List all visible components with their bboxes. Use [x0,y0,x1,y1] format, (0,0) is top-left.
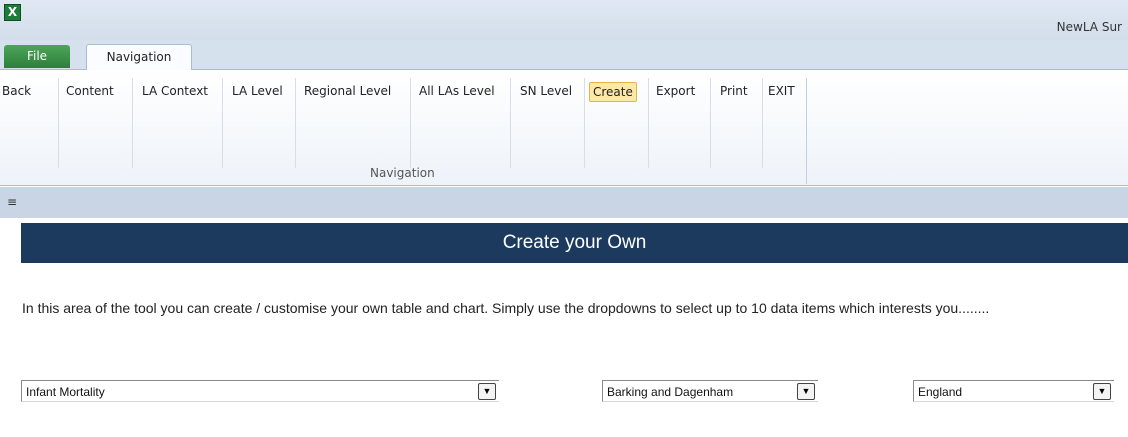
back-button[interactable]: Back [2,82,31,102]
chevron-down-icon[interactable]: ▼ [478,383,496,400]
ribbon-separator [648,78,649,168]
comparator-dropdown-value: England [918,385,963,399]
ribbon-separator [222,78,223,168]
ribbon-separator [710,78,711,168]
ribbon-separator [295,78,296,168]
intro-text: In this area of the tool you can create … [22,300,990,316]
export-button[interactable]: Export [656,82,695,102]
print-button[interactable]: Print [720,82,748,102]
page-title: Create your Own [21,223,1128,263]
quick-access-toolbar: ≡ [0,187,1128,218]
la-context-button[interactable]: LA Context [142,82,208,102]
exit-button[interactable]: EXIT [768,82,795,102]
chevron-down-icon[interactable]: ▼ [797,383,815,400]
indicator-dropdown[interactable]: Infant Mortality ▼ [21,380,499,402]
ribbon-group-divider [806,78,807,184]
la-dropdown-value: Barking and Dagenham [607,385,734,399]
customize-toolbar-icon[interactable]: ≡ [7,195,17,209]
create-button[interactable]: Create [589,82,637,102]
ribbon-separator [132,78,133,168]
comparator-dropdown[interactable]: England ▼ [913,380,1114,402]
ribbon-separator [410,78,411,168]
ribbon-separator [510,78,511,168]
la-dropdown[interactable]: Barking and Dagenham ▼ [602,380,818,402]
tab-navigation[interactable]: Navigation [86,44,192,70]
chevron-down-icon[interactable]: ▼ [1093,383,1111,400]
title-bar: X NewLA Sur [0,0,1128,40]
regional-level-button[interactable]: Regional Level [304,82,391,102]
la-level-button[interactable]: LA Level [232,82,283,102]
sn-level-button[interactable]: SN Level [520,82,572,102]
ribbon-group-label: Navigation [370,166,435,180]
ribbon-separator [58,78,59,168]
all-las-level-button[interactable]: All LAs Level [419,82,495,102]
excel-icon[interactable]: X [4,4,21,21]
ribbon-separator [762,78,763,168]
worksheet: Create your Own In this area of the tool… [0,218,1128,437]
window-title: NewLA Sur [1056,20,1122,34]
indicator-dropdown-value: Infant Mortality [26,385,105,399]
content-button[interactable]: Content [66,82,114,102]
ribbon: Back Content LA Context LA Level Regiona… [0,69,1128,186]
ribbon-separator [584,78,585,168]
tab-file[interactable]: File [4,45,70,68]
excel-window: X NewLA Sur File Navigation Back Content… [0,0,1128,437]
